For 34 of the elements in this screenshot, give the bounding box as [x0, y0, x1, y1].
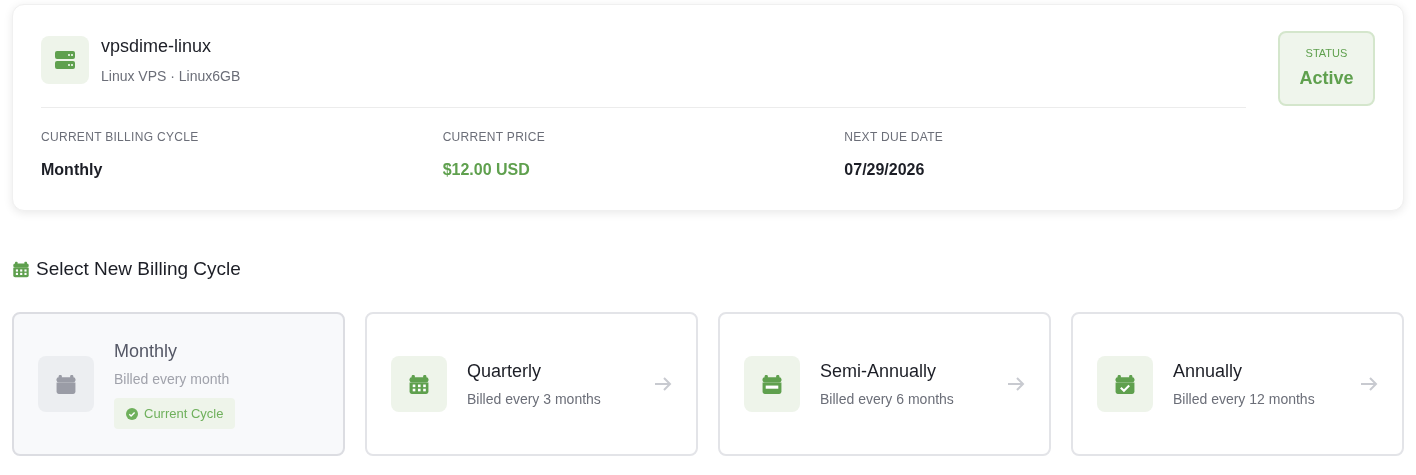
calendar-icon	[761, 372, 783, 395]
billing-cycle-card[interactable]: Semi-Annually Billed every 6 months	[718, 311, 1051, 456]
cycle-name: Monthly	[114, 339, 179, 363]
cycle-name: Annually	[1173, 359, 1244, 383]
badge-label: Current Cycle	[144, 404, 224, 423]
service-name: vpsdime-linux	[101, 35, 213, 58]
stat-label: CURRENT BILLING CYCLE	[41, 129, 200, 146]
stat-value: $12.00 USD	[442, 160, 531, 180]
check-circle-icon	[126, 407, 138, 420]
cycle-description: Billed every 3 months	[467, 389, 602, 409]
calendar-icon	[12, 260, 30, 279]
cycle-name: Semi-Annually	[820, 359, 938, 383]
cycle-name: Quarterly	[467, 359, 543, 383]
stat-label: CURRENT PRICE	[442, 129, 546, 146]
arrow-right-icon	[654, 376, 672, 391]
billing-cycle-card[interactable]: Annually Billed every 12 months	[1071, 311, 1404, 456]
section-title: Select New Billing Cycle	[36, 257, 241, 281]
arrow-right-icon	[1007, 376, 1025, 391]
stat-value: Monthly	[41, 160, 104, 180]
status-value: Active	[1299, 67, 1354, 91]
stat-label: NEXT DUE DATE	[844, 129, 945, 146]
cycle-description: Billed every month	[114, 369, 231, 389]
stat-value: 07/29/2026	[844, 160, 926, 180]
calendar-icon	[408, 372, 430, 395]
billing-cycle-card[interactable]: Quarterly Billed every 3 months	[365, 311, 698, 456]
arrow-right-icon	[1360, 376, 1378, 391]
server-icon	[55, 51, 75, 69]
status-label: STATUS	[1305, 45, 1348, 61]
calendar-icon	[1114, 372, 1136, 395]
service-subtitle: Linux VPS · Linux6GB	[101, 67, 241, 86]
billing-cycle-card[interactable]: Monthly Billed every month Current Cycle	[12, 311, 345, 456]
cycle-description: Billed every 6 months	[820, 389, 955, 409]
cycle-description: Billed every 12 months	[1173, 389, 1316, 409]
calendar-icon	[55, 372, 77, 395]
